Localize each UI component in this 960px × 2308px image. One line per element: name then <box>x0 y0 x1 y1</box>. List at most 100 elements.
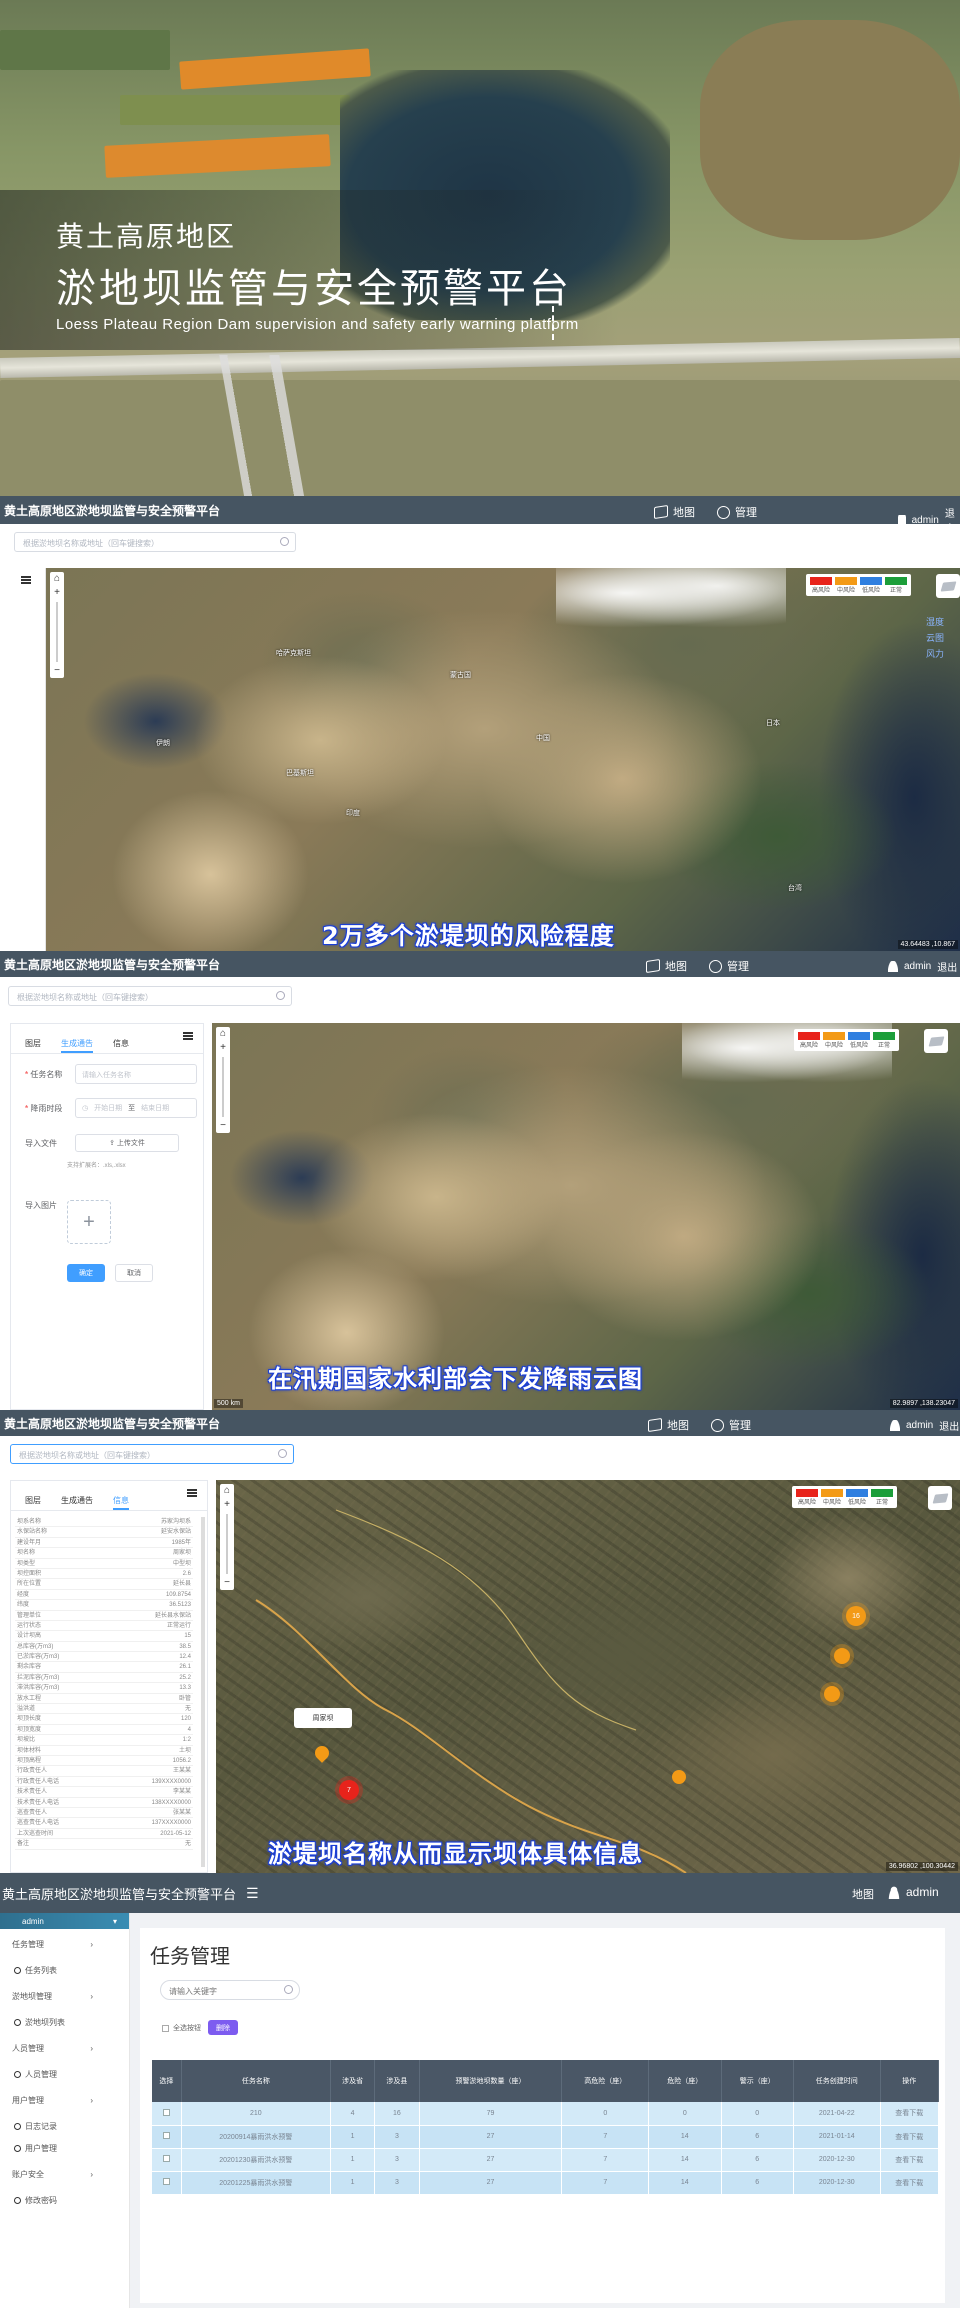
tab-info[interactable]: 信息 <box>113 1038 129 1053</box>
user-menu[interactable]: admin退出 <box>888 959 957 974</box>
row-checkbox[interactable] <box>152 2148 182 2172</box>
layer-switch-button[interactable] <box>928 1486 952 1510</box>
tab-generate-notice[interactable]: 生成通告 <box>61 1038 93 1053</box>
nav-manage[interactable]: 管理 <box>711 1417 751 1433</box>
table-cell: 6 <box>721 2148 794 2172</box>
select-all-checkbox[interactable]: 全选按钮 <box>162 2023 201 2033</box>
view-link[interactable]: 查看 <box>895 2134 909 2141</box>
view-link[interactable]: 查看 <box>895 2180 909 2187</box>
nav-map[interactable]: 地图 <box>654 504 695 520</box>
menu-icon[interactable] <box>187 1489 197 1497</box>
date-range-picker[interactable]: ◷ 开始日期至结束日期 <box>75 1098 197 1118</box>
sidebar-item[interactable]: 日志记录 <box>0 2115 129 2137</box>
dam-marker-icon[interactable] <box>672 1770 686 1784</box>
nav-map[interactable]: 地图 <box>646 958 687 974</box>
sidebar-item[interactable]: 任务列表 <box>0 1959 129 1981</box>
sidebar-group[interactable]: 淤地坝管理 › <box>0 1981 129 2011</box>
info-row: 建设年月 1985年 <box>15 1538 193 1549</box>
table-cell: 3 <box>374 2171 420 2195</box>
cancel-button[interactable]: 取消 <box>115 1264 153 1282</box>
task-name-input[interactable]: 请输入任务名称 <box>75 1064 197 1084</box>
map-view[interactable]: ⌂ + − 高风险 中风险 低风险 正常 在汛期国家水利部会下发降雨云图 500 k… <box>212 1023 960 1410</box>
row-checkbox[interactable] <box>152 2102 182 2126</box>
delete-button[interactable]: 删除 <box>208 2020 238 2035</box>
zoom-in-button[interactable]: + <box>54 586 60 600</box>
tab-layers[interactable]: 图层 <box>25 1038 41 1053</box>
view-link[interactable]: 查看 <box>895 2110 909 2117</box>
confirm-button[interactable]: 确定 <box>67 1264 105 1282</box>
sidebar-item[interactable]: 修改密码 <box>0 2189 129 2211</box>
menu-icon[interactable] <box>21 576 31 584</box>
nav-map[interactable]: 地图 <box>852 1886 874 1902</box>
row-actions[interactable]: 查看下载 <box>880 2102 940 2126</box>
nav-manage[interactable]: 管理 <box>717 504 757 520</box>
user-menu[interactable]: admin退出 <box>890 1418 959 1433</box>
zoom-control[interactable]: ⌂ + − <box>50 572 64 678</box>
map-view[interactable]: ⌂ + − 周家坝 7 16 高风险 中风险 低风险 正常 淤堤坝名称从而显示坝体具… <box>216 1480 960 1873</box>
scrollbar[interactable] <box>201 1517 205 1867</box>
logout-link[interactable]: 退出 <box>937 959 957 974</box>
sidebar-group[interactable]: 账户安全 › <box>0 2159 129 2189</box>
zoom-control[interactable]: ⌂ + − <box>216 1027 230 1133</box>
row-checkbox[interactable] <box>152 2125 182 2149</box>
home-icon[interactable]: ⌂ <box>220 1027 226 1041</box>
layer-switch-button[interactable] <box>936 574 960 598</box>
checkbox-icon[interactable] <box>162 2024 169 2032</box>
cluster-medium-risk[interactable] <box>834 1648 850 1664</box>
layer-switch-button[interactable] <box>924 1029 948 1053</box>
cluster-medium-risk[interactable]: 16 <box>846 1606 866 1626</box>
keyword-search-input[interactable]: 请输入关键字 <box>160 1980 300 2000</box>
tab-generate-notice[interactable]: 生成通告 <box>61 1495 93 1510</box>
zoom-out-button[interactable]: − <box>220 1119 226 1133</box>
search-input[interactable]: 根据淤地坝名称或地址（回车键搜索） <box>14 532 296 552</box>
cluster-high-risk[interactable]: 7 <box>339 1780 359 1800</box>
map-view[interactable]: ⌂ + − 蒙古国 哈萨克斯坦 中国 日本 巴基斯坦 印度 伊朗 台湾 高风险 中风… <box>46 568 960 951</box>
sidebar-group[interactable]: 用户管理 › <box>0 2085 129 2115</box>
sidebar-group[interactable]: 人员管理 › <box>0 2033 129 2063</box>
row-actions[interactable]: 查看下载 <box>880 2148 940 2172</box>
sidebar-group[interactable]: 任务管理 › <box>0 1929 129 1959</box>
search-input[interactable]: 根据淤地坝名称或地址（回车键搜索） <box>8 986 292 1006</box>
info-row: 坝体材料 土坝 <box>15 1746 193 1756</box>
checkbox-icon[interactable] <box>162 2108 170 2116</box>
download-link[interactable]: 下载 <box>909 2180 923 2187</box>
zoom-in-button[interactable]: + <box>220 1041 226 1055</box>
checkbox-icon[interactable] <box>162 2155 170 2162</box>
download-link[interactable]: 下载 <box>909 2110 923 2117</box>
nav-map[interactable]: 地图 <box>648 1417 689 1433</box>
home-icon[interactable]: ⌂ <box>54 572 60 586</box>
sidebar-user[interactable]: admin ▾ <box>0 1913 129 1929</box>
download-link[interactable]: 下载 <box>909 2157 923 2164</box>
search-input[interactable]: 根据淤地坝名称或地址（回车键搜索） <box>10 1444 294 1464</box>
row-actions[interactable]: 查看下载 <box>880 2171 940 2195</box>
sidebar-item[interactable]: 用户管理 <box>0 2137 129 2159</box>
tab-info[interactable]: 信息 <box>113 1495 129 1510</box>
sidebar-item[interactable]: 淤地坝列表 <box>0 2011 129 2033</box>
row-actions[interactable]: 查看下载 <box>880 2125 940 2149</box>
view-link[interactable]: 查看 <box>895 2157 909 2164</box>
sidebar-item[interactable]: 人员管理 <box>0 2063 129 2085</box>
search-icon[interactable] <box>284 1985 293 1994</box>
search-icon[interactable] <box>278 1449 287 1458</box>
image-upload-box[interactable]: + <box>67 1200 111 1244</box>
row-checkbox[interactable] <box>152 2171 182 2195</box>
info-row: 总库容(万m3) 38.5 <box>15 1642 193 1653</box>
layer-option[interactable]: 云图 <box>926 630 944 646</box>
upload-file-button[interactable]: ⇪ 上传文件 <box>75 1134 179 1152</box>
hamburger-icon[interactable]: ☰ <box>246 1885 259 1902</box>
nav-manage[interactable]: 管理 <box>709 958 749 974</box>
layer-option[interactable]: 风力 <box>926 646 944 662</box>
zoom-out-button[interactable]: − <box>54 664 60 678</box>
search-icon[interactable] <box>276 991 285 1000</box>
user-menu[interactable]: admin <box>888 1885 939 1899</box>
dam-popup[interactable]: 周家坝 <box>294 1708 352 1728</box>
menu-icon[interactable] <box>183 1032 193 1040</box>
checkbox-icon[interactable] <box>162 2132 170 2139</box>
layer-option[interactable]: 湿度 <box>926 614 944 630</box>
cluster-medium-risk[interactable] <box>824 1686 840 1702</box>
checkbox-icon[interactable] <box>162 2178 170 2185</box>
logout-link[interactable]: 退出 <box>939 1418 959 1433</box>
search-icon[interactable] <box>280 537 289 546</box>
download-link[interactable]: 下载 <box>909 2134 923 2141</box>
tab-layers[interactable]: 图层 <box>25 1495 41 1510</box>
